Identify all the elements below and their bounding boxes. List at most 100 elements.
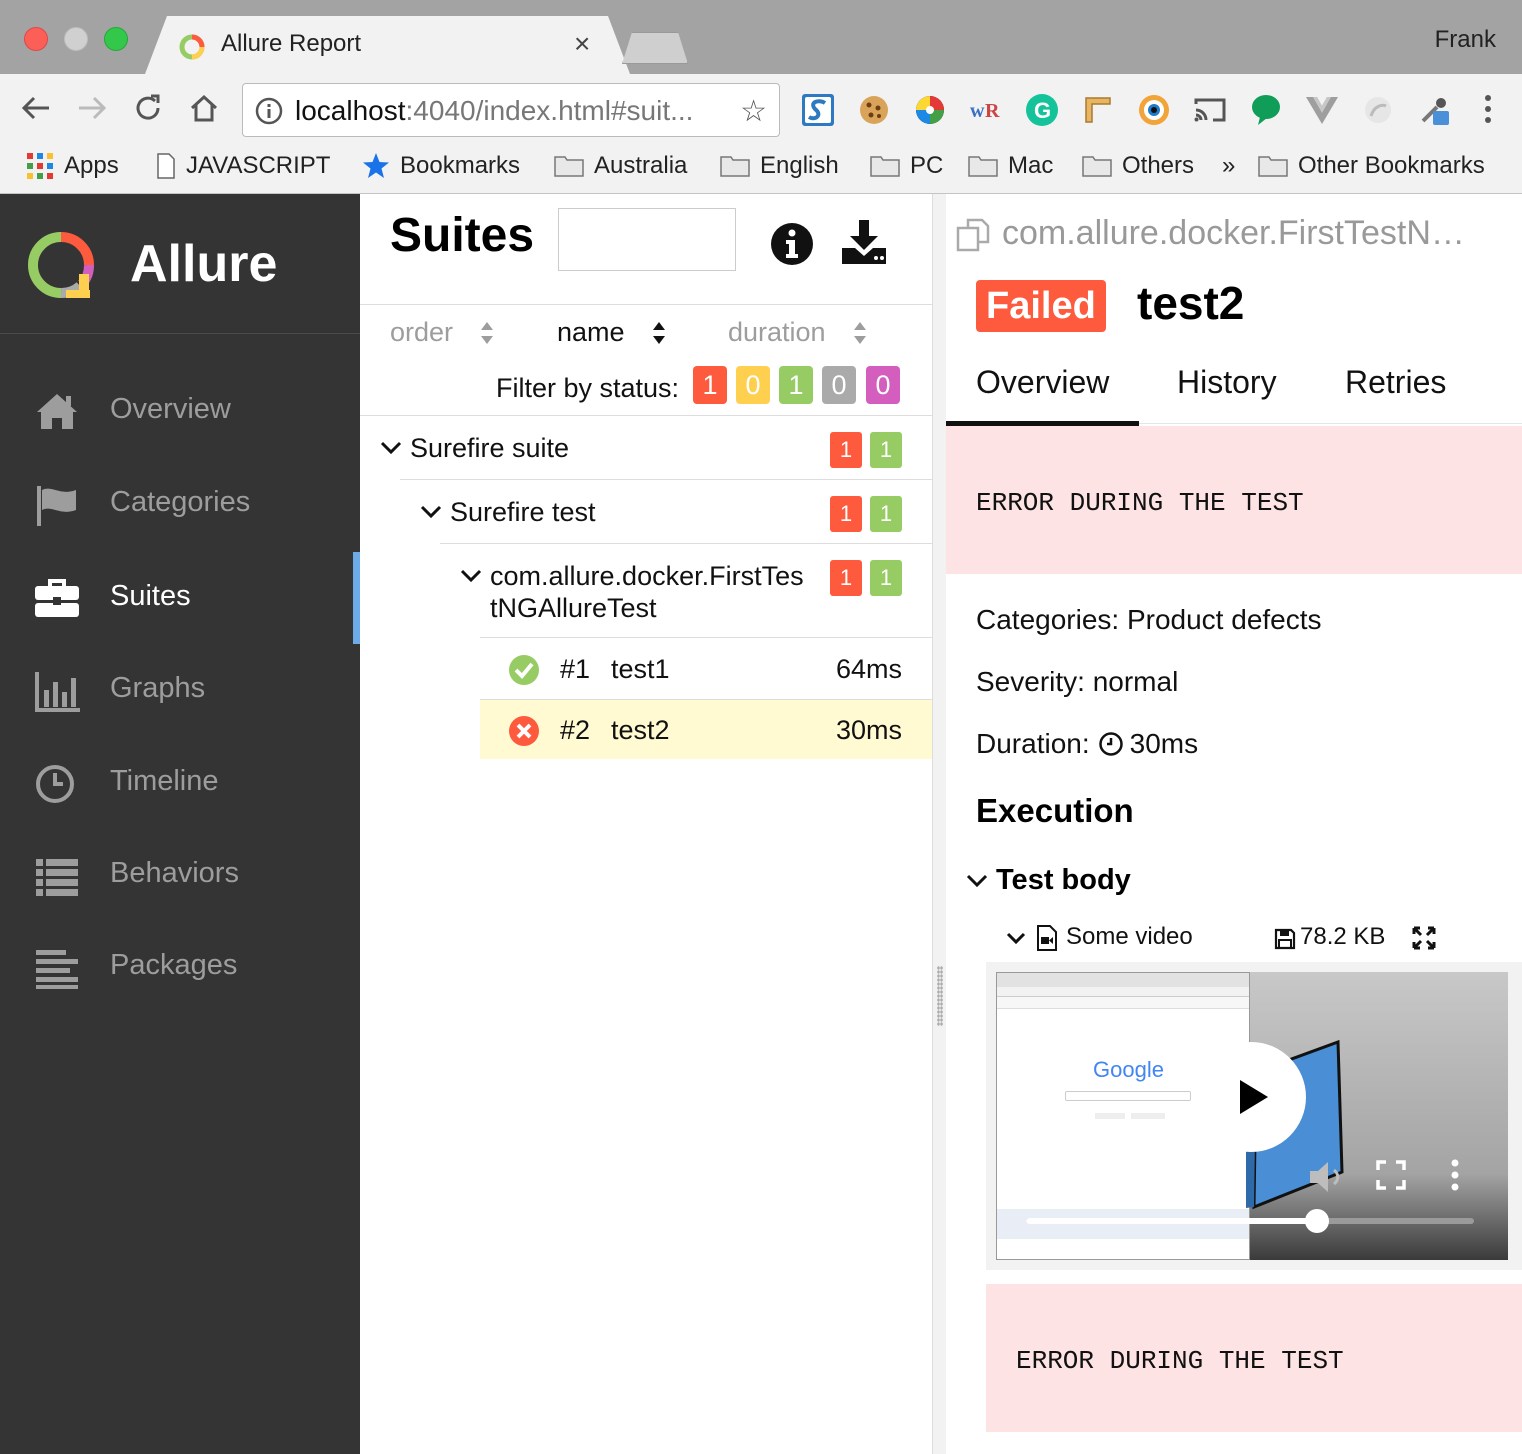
info-icon[interactable] — [770, 222, 814, 266]
failed-x-icon — [509, 716, 539, 746]
categories-line: Categories: Product defects — [976, 604, 1322, 635]
bookmark-folder-english[interactable]: English — [720, 152, 839, 180]
severity-line: Severity: normal — [976, 666, 1179, 697]
failed-count-badge: 1 — [830, 432, 862, 468]
forward-arrow-icon[interactable] — [72, 88, 112, 128]
video-progress-thumb[interactable] — [1305, 1209, 1330, 1233]
test-case-row[interactable]: #1 test1 64ms — [480, 637, 932, 699]
maximize-window-button[interactable] — [104, 27, 128, 51]
filter-unknown-toggle[interactable]: 0 — [866, 366, 900, 404]
tab-close-icon[interactable]: × — [574, 28, 590, 60]
tab-history[interactable]: History — [1177, 364, 1277, 424]
attachment-row[interactable]: Some video 78.2 KB — [1004, 920, 1504, 960]
address-bar[interactable]: localhost:4040/index.html#suit... ☆ — [242, 83, 780, 137]
eyedropper-icon[interactable] — [1416, 92, 1452, 128]
sidebar-item-label: Suites — [110, 580, 191, 612]
test-case-row-selected[interactable]: #2 test2 30ms — [480, 699, 932, 759]
sidebar-item-overview[interactable]: Overview — [0, 365, 360, 457]
ruler-icon[interactable] — [1080, 92, 1116, 128]
video-google-logo: Google — [1093, 1057, 1164, 1082]
cookie-icon[interactable] — [856, 92, 892, 128]
bookmark-label: Others — [1122, 152, 1195, 179]
pane-resize-handle[interactable] — [932, 194, 946, 1454]
filter-broken-toggle[interactable]: 0 — [736, 366, 770, 404]
bookmarks-overflow-button[interactable]: » — [1222, 152, 1235, 180]
bookmark-apps[interactable]: Apps — [26, 152, 119, 180]
bookmark-folder-others[interactable]: Others — [1082, 152, 1194, 180]
tab-overview[interactable]: Overview — [946, 364, 1140, 426]
chevron-down-icon[interactable] — [966, 874, 988, 888]
copy-icon[interactable] — [956, 218, 992, 252]
close-window-button[interactable] — [24, 27, 48, 51]
failed-count-badge: 1 — [830, 560, 862, 596]
step-title[interactable]: Test body — [996, 864, 1131, 897]
sidebar-item-graphs[interactable]: Graphs — [0, 644, 360, 736]
chevron-down-icon — [460, 569, 482, 583]
bookmark-folder-mac[interactable]: Mac — [968, 152, 1053, 180]
download-icon[interactable] — [840, 218, 888, 266]
filter-label: Filter by status: — [496, 373, 680, 403]
tree-node-label-line2: tNGAllureTest — [490, 593, 657, 623]
home-button-icon[interactable] — [184, 88, 224, 128]
chevron-down-icon — [1006, 932, 1026, 945]
sort-by-name[interactable]: name — [557, 317, 667, 348]
sidebar-item-timeline[interactable]: Timeline — [0, 737, 360, 829]
bookmark-folder-pc[interactable]: PC — [870, 152, 943, 180]
sidebar-item-categories[interactable]: Categories — [0, 458, 360, 550]
bookmark-bookmarks[interactable]: Bookmarks — [362, 152, 520, 180]
tree-node-suite[interactable]: Surefire suite 1 1 — [360, 415, 932, 479]
expand-icon[interactable] — [1412, 926, 1436, 950]
bookmark-folder-australia[interactable]: Australia — [554, 152, 687, 180]
grammarly-icon[interactable]: G — [1024, 92, 1060, 128]
bookmark-star-icon[interactable]: ☆ — [740, 94, 767, 129]
sort-arrows-icon — [481, 321, 494, 344]
bookmark-overflow-label: » — [1222, 152, 1236, 179]
tab-retries[interactable]: Retries — [1345, 364, 1446, 424]
sort-by-order[interactable]: order — [390, 317, 495, 348]
filter-skipped-toggle[interactable]: 0 — [822, 366, 856, 404]
browser-menu-icon[interactable] — [1484, 94, 1492, 124]
volume-icon[interactable] — [1308, 1160, 1348, 1194]
error-message: ERROR DURING THE TEST — [946, 426, 1522, 574]
video-progress-track[interactable] — [1026, 1209, 1474, 1233]
wordreference-icon[interactable]: wR — [968, 92, 1004, 128]
tree-node-test[interactable]: Surefire test 1 1 — [400, 479, 932, 543]
new-tab-button[interactable] — [622, 32, 688, 64]
ghost-icon[interactable] — [1360, 92, 1396, 128]
duration-label: Duration: — [976, 728, 1090, 759]
sidebar-item-packages[interactable]: Packages — [0, 921, 360, 1013]
bookmark-javascript[interactable]: JAVASCRIPT — [156, 152, 330, 180]
video-more-icon[interactable] — [1448, 1158, 1462, 1192]
filter-passed-toggle[interactable]: 1 — [779, 366, 813, 404]
drag-grip-icon — [937, 966, 943, 1026]
eye-icon[interactable] — [1136, 92, 1172, 128]
play-button[interactable] — [1196, 1042, 1306, 1152]
chat-bubble-icon[interactable] — [1248, 92, 1284, 128]
minimize-window-button[interactable] — [64, 27, 88, 51]
sort-by-duration[interactable]: duration — [728, 317, 868, 348]
page-icon — [157, 153, 175, 179]
s-extension-icon[interactable] — [800, 92, 836, 128]
tree-node-class[interactable]: com.allure.docker.FirstTes tNGAllureTest… — [440, 543, 932, 637]
sidebar-item-behaviors[interactable]: Behaviors — [0, 829, 360, 921]
site-info-icon[interactable] — [255, 97, 283, 125]
tree-node-label-line1: com.allure.docker.FirstTes — [490, 561, 804, 591]
browser-profile-name[interactable]: Frank — [1435, 26, 1496, 54]
back-arrow-icon[interactable] — [16, 88, 56, 128]
allure-logo-icon — [28, 232, 94, 298]
filter-failed-toggle[interactable]: 1 — [693, 366, 727, 404]
bookmark-folder-other-bookmarks[interactable]: Other Bookmarks — [1258, 152, 1485, 180]
vue-devtools-icon[interactable] — [1304, 92, 1340, 128]
color-wheel-icon[interactable] — [912, 92, 948, 128]
brand[interactable]: Allure — [0, 194, 360, 334]
clock-icon — [36, 765, 74, 803]
browser-tab-active[interactable] — [145, 16, 630, 74]
cast-icon[interactable] — [1192, 92, 1228, 128]
search-input[interactable] — [558, 208, 736, 271]
home-icon — [37, 394, 77, 429]
sidebar-item-suites[interactable]: Suites — [0, 552, 360, 644]
video-player[interactable]: Google 0:05 / 0:07 — [996, 972, 1508, 1260]
reload-icon[interactable] — [128, 88, 168, 128]
bookmark-label: Mac — [1008, 152, 1054, 179]
fullscreen-icon[interactable] — [1376, 1160, 1406, 1190]
